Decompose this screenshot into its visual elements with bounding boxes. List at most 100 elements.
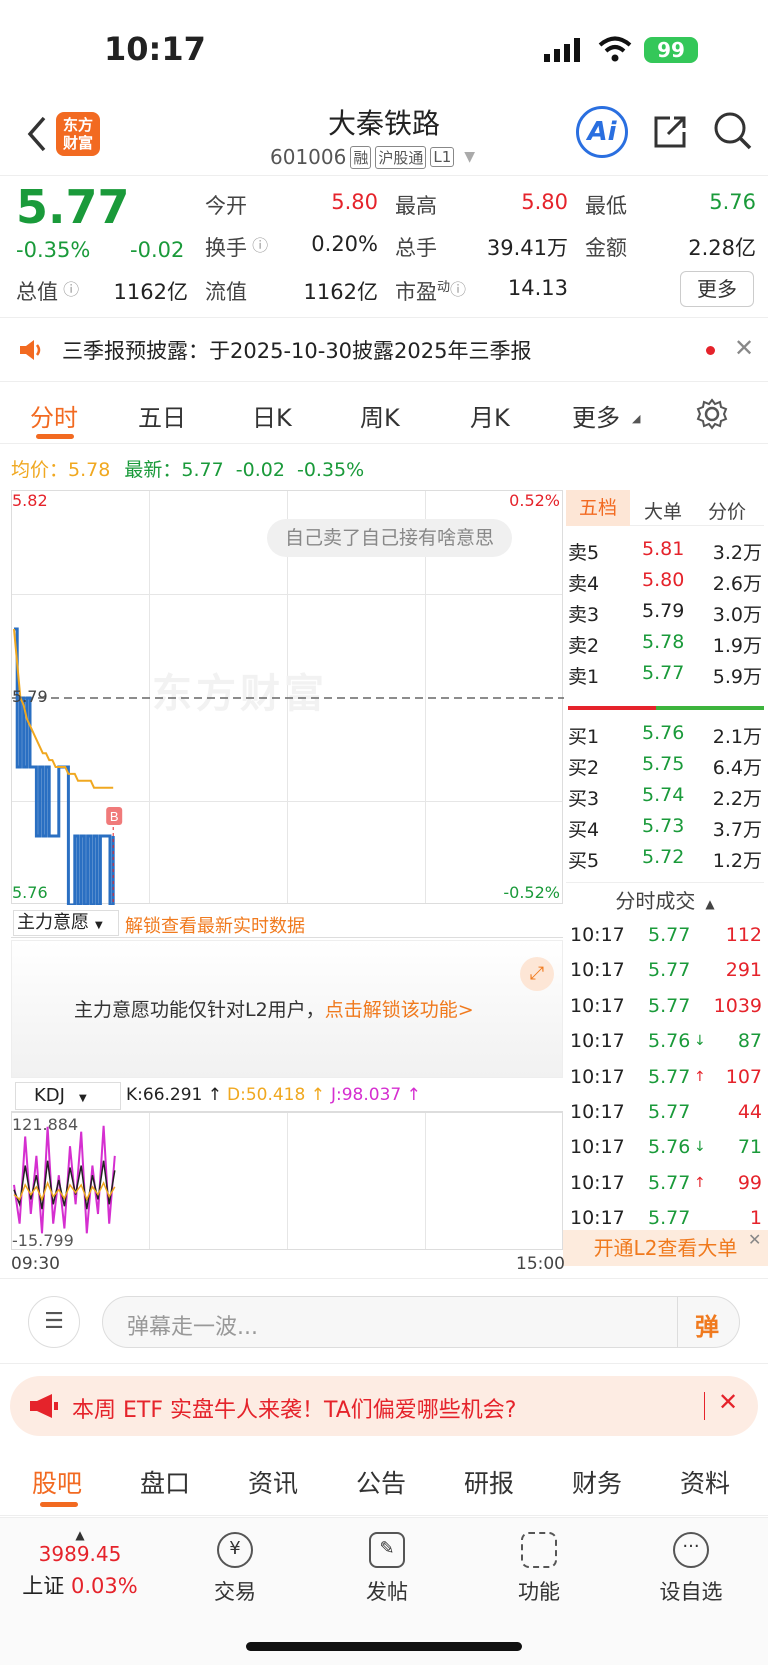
bid-row[interactable]: 买3 5.74 2.2万 (568, 780, 764, 813)
trade-volume: 87 (737, 1030, 762, 1053)
active-tab-indicator (36, 434, 74, 439)
badge-connect: 沪股通 (375, 145, 427, 169)
trades-header[interactable]: 分时成交 ▲ (566, 882, 764, 918)
nav-trade[interactable]: ¥ 交易 (190, 1532, 280, 1606)
kdj-j: J:98.037 ↑ (331, 1085, 421, 1105)
bid-row[interactable]: 买1 5.76 2.1万 (568, 718, 764, 751)
kdj-chart[interactable]: 121.884 -15.799 (11, 1112, 563, 1250)
pe-text: 市盈 (395, 280, 437, 304)
bid-row[interactable]: 买2 5.75 6.4万 (568, 749, 764, 782)
kdj-header: KDJ ▼ K:66.291 ↑ D:50.418 ↑ J:98.037 ↑ (11, 1080, 563, 1112)
promo-text: 本周 ETF 实盘牛人来袭！TA们偏爱哪些机会? (72, 1398, 517, 1423)
ask-label: 卖1 (568, 666, 600, 688)
info-icon[interactable]: ⓘ (58, 280, 79, 299)
tab-daily-k[interactable]: 日K (252, 398, 292, 433)
trade-price: 5.77 (648, 994, 691, 1017)
tab-financials[interactable]: 财务 (572, 1464, 622, 1500)
trade-volume: 1039 (713, 994, 762, 1017)
settings-icon[interactable] (696, 398, 728, 430)
danmaku-input[interactable]: 弹幕走一波... 弹 (102, 1296, 740, 1348)
tab-big-order[interactable]: 大单 (644, 497, 682, 524)
kdj-y-bottom: -15.799 (12, 1231, 74, 1250)
ask-row[interactable]: 卖5 5.81 3.2万 (568, 534, 764, 567)
tab-intraday[interactable]: 分时 (30, 398, 78, 433)
stock-code-row: 601006 融 沪股通 L1 ▼ (270, 144, 475, 170)
nav-watchlist[interactable]: ··· 设自选 (646, 1532, 736, 1606)
tab-more[interactable]: 更多 (572, 398, 620, 433)
latest-change-pct: -0.35% (296, 459, 365, 481)
y-top-label: 5.82 (12, 491, 48, 510)
ai-button[interactable]: Ai (576, 106, 628, 158)
more-button[interactable]: 更多 (680, 271, 754, 307)
more-arrow-icon: ◢ (632, 412, 641, 425)
ask-price: 5.81 (642, 538, 685, 560)
ask-row[interactable]: 卖1 5.77 5.9万 (568, 658, 764, 691)
quote-panel: 5.77 -0.35% -0.02 总值 ⓘ 1162亿 今开 5.80 换手 … (0, 176, 768, 318)
buy-marker-label: B (110, 809, 119, 824)
danmaku-send-button[interactable]: 弹 (695, 1307, 719, 1342)
tab-profile[interactable]: 资料 (680, 1464, 730, 1500)
unread-dot-icon (706, 346, 715, 355)
badge-level: L1 (430, 147, 455, 167)
l2-banner[interactable]: 开通L2查看大单 (563, 1230, 768, 1266)
danmaku-settings-icon[interactable]: ☰ (28, 1296, 80, 1348)
ask-row[interactable]: 卖4 5.80 2.6万 (568, 565, 764, 598)
nav-post[interactable]: ✎ 发帖 (342, 1532, 432, 1606)
tab-forum[interactable]: 股吧 (32, 1464, 82, 1500)
share-icon[interactable] (650, 112, 690, 152)
nav-watchlist-label: 设自选 (659, 1580, 723, 1604)
avg-label: 均价： (11, 459, 69, 481)
kdj-select[interactable]: KDJ ▼ (15, 1082, 121, 1110)
stock-header: 东方财富 大秦铁路 601006 融 沪股通 L1 ▼ Ai (0, 100, 768, 176)
bid-label: 买4 (568, 819, 600, 841)
main-force-unlock-link[interactable]: 解锁查看最新实时数据 (125, 912, 305, 938)
bid-label: 买5 (568, 850, 600, 872)
main-force-select[interactable]: 主力意愿 ▼ (13, 910, 119, 936)
main-force-unlock-button[interactable]: 点击解锁该功能> (325, 999, 474, 1021)
tab-market-depth[interactable]: 盘口 (140, 1464, 190, 1500)
notice-text: 三季报预披露：于2025-10-30披露2025年三季报 (62, 339, 532, 363)
bid-row[interactable]: 买4 5.73 3.7万 (568, 811, 764, 844)
index-ticker[interactable]: ▲ 3989.45 上证 0.03% (20, 1528, 140, 1600)
l2-close-icon[interactable]: ✕ (748, 1230, 761, 1249)
ask-volume: 3.0万 (712, 604, 762, 626)
nav-functions[interactable]: 功能 (494, 1532, 584, 1606)
open-label: 今开 (205, 194, 247, 218)
float-value: 1162亿 (303, 280, 378, 304)
tab-research[interactable]: 研报 (464, 1464, 514, 1500)
search-icon[interactable] (712, 110, 754, 152)
tab-monthly-k[interactable]: 月K (470, 398, 510, 433)
ask-row[interactable]: 卖3 5.79 3.0万 (568, 596, 764, 629)
trade-price: 5.77 (648, 1171, 691, 1194)
promo-banner[interactable]: 本周 ETF 实盘牛人来袭！TA们偏爱哪些机会? ✕ (10, 1376, 758, 1436)
trade-time: 10:17 (570, 1065, 625, 1088)
nav-post-label: 发帖 (366, 1580, 408, 1604)
ask-price: 5.80 (642, 569, 685, 591)
amount-label: 金额 (585, 236, 627, 260)
tab-weekly-k[interactable]: 周K (360, 398, 400, 433)
tab-price-dist[interactable]: 分价 (708, 497, 746, 524)
info-tabs: 股吧 盘口 资讯 公告 研报 财务 资料 (0, 1446, 768, 1516)
ask-row[interactable]: 卖2 5.78 1.9万 (568, 627, 764, 660)
dropdown-icon[interactable]: ▼ (464, 149, 475, 165)
bid-volume: 6.4万 (712, 757, 762, 779)
info-icon[interactable]: ⓘ (450, 280, 466, 299)
trade-time: 10:17 (570, 959, 625, 982)
promo-close-icon[interactable]: ✕ (718, 1388, 738, 1416)
total-value-text: 总值 (16, 280, 58, 304)
trade-row: 10:17 5.77 44 (568, 1095, 764, 1130)
y-mid-label: 5.79 (12, 687, 48, 706)
trade-volume: 99 (737, 1171, 762, 1194)
expand-icon[interactable]: ⤢ (520, 957, 554, 991)
close-icon[interactable]: ✕ (734, 334, 754, 362)
trade-row: 10:17 5.76 ↓ 87 (568, 1024, 764, 1059)
tab-news[interactable]: 资讯 (248, 1464, 298, 1500)
info-icon[interactable]: ⓘ (247, 236, 268, 255)
trade-direction-icon: ↑ (694, 1174, 706, 1191)
bid-row[interactable]: 买5 5.72 1.2万 (568, 842, 764, 875)
tab-five-level[interactable]: 五档 (566, 490, 630, 526)
tab-announcements[interactable]: 公告 (356, 1464, 406, 1500)
intraday-chart[interactable]: 东方财富 自己卖了自己接有啥意思 B 5.82 5.79 5.76 0.52% … (11, 490, 564, 905)
notice-bar[interactable]: 三季报预披露：于2025-10-30披露2025年三季报 ✕ (0, 318, 768, 382)
tab-five-day[interactable]: 五日 (138, 398, 186, 433)
